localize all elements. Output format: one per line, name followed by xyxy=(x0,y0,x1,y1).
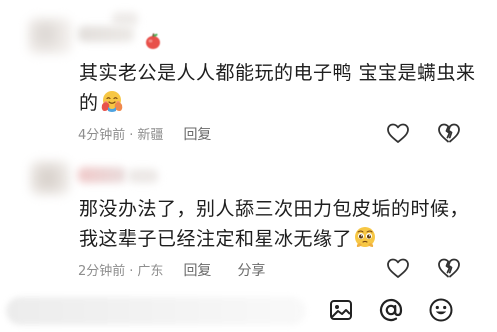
comment-text-line: 其实老公是人人都能玩的电子鸭 宝宝是螨虫来 xyxy=(79,62,476,84)
comment-text-line: 的 xyxy=(79,92,99,114)
comment-item: 那没办法了，别人舔三次田力包皮垢的时候， 我这辈子已经注定和星冰无缘了 2分钟前… xyxy=(0,155,497,285)
comment-input-field[interactable] xyxy=(6,297,306,325)
username-blurred[interactable] xyxy=(78,167,126,183)
broken-heart-outline-icon[interactable] xyxy=(437,122,461,144)
reply-button[interactable]: 回复 xyxy=(183,260,211,280)
avatar[interactable] xyxy=(30,161,70,195)
comment-input-bar xyxy=(0,289,497,332)
comment-text-line-wrap: 的 xyxy=(79,88,469,118)
at-sign-icon[interactable] xyxy=(378,297,404,323)
comment-text-line: 那没办法了，别人舔三次田力包皮垢的时候， xyxy=(79,198,470,220)
share-button[interactable]: 分享 xyxy=(237,260,265,280)
comment-location: 新疆 xyxy=(137,128,164,143)
heart-outline-icon[interactable] xyxy=(386,257,410,279)
heart-outline-icon[interactable] xyxy=(386,122,410,144)
comment-time: 2分钟前 xyxy=(78,264,126,279)
meta-separator: · xyxy=(129,264,134,279)
reply-button[interactable]: 回复 xyxy=(183,124,211,144)
comment-text: 其实老公是人人都能玩的电子鸭 宝宝是螨虫来 的 xyxy=(79,58,476,118)
avatar[interactable] xyxy=(28,18,72,54)
comment-thread: 其实老公是人人都能玩的电子鸭 宝宝是螨虫来 的 4分钟前 · 新疆 回复 那没办… xyxy=(0,0,497,332)
broken-heart-outline-icon[interactable] xyxy=(437,257,461,279)
smiley-face-icon[interactable] xyxy=(428,297,454,323)
pleading-face-emoji xyxy=(355,227,376,247)
comment-text-line: 我这辈子已经注定和星冰无缘了 xyxy=(79,228,353,250)
comment-item: 其实老公是人人都能玩的电子鸭 宝宝是螨虫来 的 4分钟前 · 新疆 回复 xyxy=(0,0,497,155)
comment-location: 广东 xyxy=(137,264,164,279)
comment-time: 4分钟前 xyxy=(78,128,126,143)
username-blurred-part xyxy=(112,12,138,26)
comment-meta: 4分钟前 · 新疆 回复 xyxy=(78,124,211,144)
username-blurred[interactable] xyxy=(78,26,134,42)
comment-text-line-wrap: 我这辈子已经注定和星冰无缘了 xyxy=(79,224,479,254)
hugging-face-emoji xyxy=(101,91,122,112)
comment-text: 那没办法了，别人舔三次田力包皮垢的时候， 我这辈子已经注定和星冰无缘了 xyxy=(79,194,479,254)
image-icon[interactable] xyxy=(328,297,354,323)
username-blurred-part xyxy=(128,169,158,183)
meta-separator: · xyxy=(129,128,134,143)
comment-meta: 2分钟前 · 广东 回复 分享 xyxy=(78,260,265,280)
apple-badge-icon xyxy=(146,33,160,49)
